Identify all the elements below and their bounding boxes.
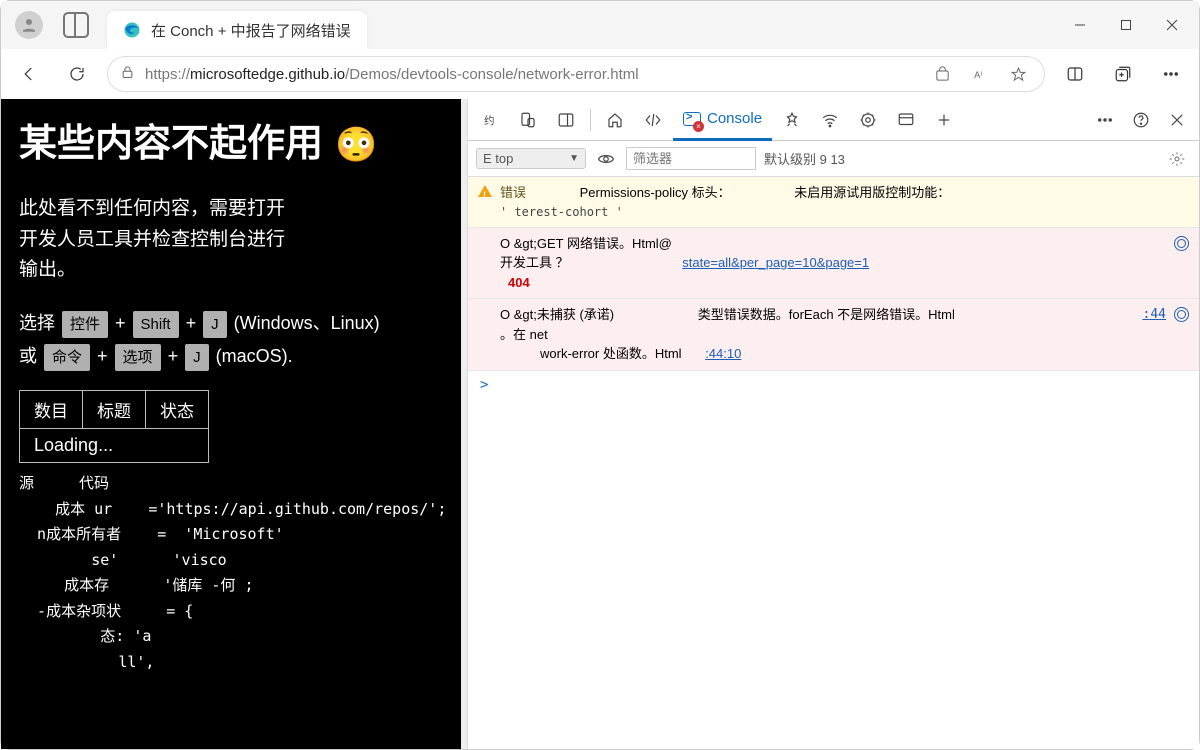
source-link[interactable]: :44 [1143,305,1166,325]
sources-tab-icon[interactable] [774,102,810,138]
log-level-selector[interactable]: 默认级别 9 13 [764,149,845,168]
lock-icon [120,65,135,84]
page-heading: 某些内容不起作用😳 [19,119,443,170]
error-badge: × [693,121,704,132]
shortcut-line-2: 或 命令 + 选项 + J (macOS). [19,340,443,372]
key-opt: 选项 [115,344,161,371]
console-error-2[interactable]: :44 O &gt;未捕获 (承诺) 类型错误数据。forEach 不是网络错误… [468,299,1199,371]
shopping-icon[interactable] [928,60,956,88]
devtools-more-icon[interactable] [1087,102,1123,138]
tab-actions-icon[interactable] [63,12,89,38]
browser-toolbar: https://microsoftedge.github.io/Demos/de… [1,49,1199,99]
source-link-2[interactable]: :44:10 [705,346,741,361]
network-tab-icon[interactable] [812,102,848,138]
console-warning[interactable]: 错误 Permissions-policy 标头： 未启用源试用版控制功能： '… [468,177,1199,228]
address-bar[interactable]: https://microsoftedge.github.io/Demos/de… [107,56,1045,92]
settings-menu-icon[interactable] [1153,56,1189,92]
tab-title: 在 Conch + 中报告了网络错误 [151,20,351,41]
collections-icon[interactable] [1105,56,1141,92]
device-icon[interactable] [510,102,546,138]
console-filter-bar: E top▼ 默认级别 9 13 [468,141,1199,177]
filter-input[interactable] [626,147,756,170]
live-expression-icon[interactable] [594,141,618,177]
key-j: J [203,311,227,338]
devtools-panel: 约 × Console E top▼ [467,99,1199,749]
demo-page: 某些内容不起作用😳 此处看不到任何内容，需要打开开发人员工具并检查控制台进行输出… [1,99,461,749]
devtools-close-icon[interactable] [1159,102,1195,138]
console-error-1[interactable]: O &gt;GET 网络错误。Html@ 开发工具 ？ state=all&pe… [468,228,1199,300]
key-ctrl: 控件 [62,311,108,338]
page-description: 此处看不到任何内容，需要打开开发人员工具并检查控制台进行输出。 [19,194,299,285]
devtools-tabstrip: 约 × Console [468,99,1199,141]
key-shift: Shift [133,311,179,338]
elements-tab-icon[interactable] [635,102,671,138]
split-screen-icon[interactable] [1057,56,1093,92]
key-cmd: 命令 [44,344,90,371]
loading-cell: Loading... [20,429,209,463]
content-area: 某些内容不起作用😳 此处看不到任何内容，需要打开开发人员工具并检查控制台进行输出… [1,99,1199,749]
key-j2: J [185,344,209,371]
welcome-tab-icon[interactable] [597,102,633,138]
console-prompt[interactable]: > [468,371,1199,399]
shortcut-line-1: 选择 控件 + Shift + J (Windows、Linux) [19,307,443,339]
inspect-icon[interactable]: 约 [472,102,508,138]
minimize-button[interactable] [1057,5,1103,45]
refresh-button[interactable] [59,56,95,92]
more-tabs-icon[interactable] [926,102,962,138]
svg-text:约: 约 [484,113,495,126]
favorite-icon[interactable] [1004,60,1032,88]
window-controls [1057,5,1195,45]
expand-icon[interactable] [1174,307,1189,322]
warning-icon [478,185,492,199]
back-button[interactable] [11,56,47,92]
close-button[interactable] [1149,5,1195,45]
browser-tab[interactable]: 在 Conch + 中报告了网络错误 [107,11,367,49]
devtools-help-icon[interactable] [1123,102,1159,138]
source-code-block: 源代码 成本 ur ='https://api.github.com/repos… [19,471,443,675]
read-aloud-icon[interactable]: A⁾ [966,60,994,88]
window-titlebar: 在 Conch + 中报告了网络错误 [1,1,1199,49]
expand-icon[interactable] [1174,236,1189,251]
maximize-button[interactable] [1103,5,1149,45]
loading-table: 数目标题状态 Loading... [19,390,209,463]
console-settings-icon[interactable] [1163,145,1191,173]
context-dropdown[interactable]: E top▼ [476,148,586,169]
svg-text:A⁾: A⁾ [974,70,982,80]
performance-tab-icon[interactable] [850,102,886,138]
url-text: https://microsoftedge.github.io/Demos/de… [145,66,918,83]
flushed-emoji: 😳 [335,126,377,164]
profile-avatar[interactable] [15,11,43,39]
application-tab-icon[interactable] [888,102,924,138]
error-link[interactable]: state=all&per_page=10&page=1 [682,255,869,270]
console-messages: 错误 Permissions-policy 标头： 未启用源试用版控制功能： '… [468,177,1199,749]
edge-logo-icon [123,21,141,39]
dock-icon[interactable] [548,102,584,138]
console-tab-label: Console [707,110,762,127]
status-404: 404 [508,275,530,290]
console-tab[interactable]: × Console [673,99,772,141]
